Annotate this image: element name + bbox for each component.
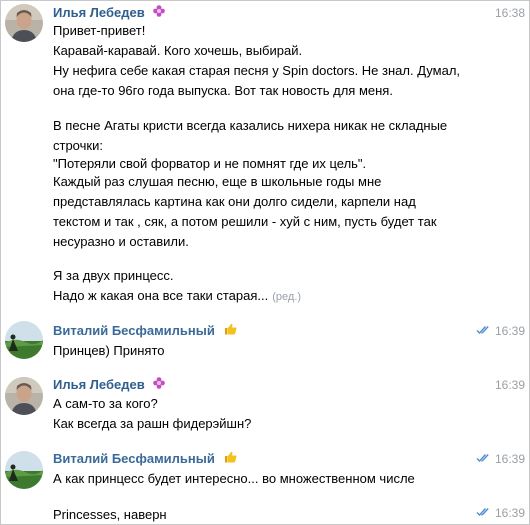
time-text: 16:38 xyxy=(494,6,525,20)
double-check-icon xyxy=(476,323,492,339)
message-line: текстом и так , сяк, а потом решили - ху… xyxy=(53,214,437,229)
message-line-last: Надо ж какая она все таки старая... (ред.… xyxy=(53,288,301,305)
thumbs-up-icon xyxy=(224,323,237,339)
avatar-vitaliy[interactable] xyxy=(5,321,43,359)
author-name-text[interactable]: Виталий Бесфамильный xyxy=(53,323,215,338)
message-5[interactable]: 16:39 Princesses, наверн xyxy=(1,501,529,524)
chat-history: Илья Лебедев 16:38 Привет-привет! Карава… xyxy=(0,0,530,525)
message-2[interactable]: Виталий Бесфамильный 16:39 Принцев) Прин… xyxy=(1,317,529,373)
edited-label: (ред.) xyxy=(272,291,302,303)
author-name-text[interactable]: Илья Лебедев xyxy=(53,5,145,20)
flower-badge-icon xyxy=(153,4,166,21)
message-line: "Потеряли свой форватор и не помнят где … xyxy=(53,156,367,171)
time-text: 16:39 xyxy=(494,452,525,466)
message-line: строчки: xyxy=(53,138,103,153)
message-line: она где-то 96го года выпуска. Вот так но… xyxy=(53,83,393,98)
double-check-icon xyxy=(476,505,492,521)
message-line: А сам-то за кого? xyxy=(53,396,158,411)
message-line: несуразно и оставили. xyxy=(53,234,189,249)
avatar-ilya[interactable] xyxy=(5,377,43,415)
message-4[interactable]: Виталий Бесфамильный 16:39 А как принцес… xyxy=(1,445,529,495)
thumbs-up-icon xyxy=(224,451,237,467)
message-line: Princesses, наверн xyxy=(53,507,167,522)
author-name[interactable]: Илья Лебедев xyxy=(53,376,166,393)
message-1[interactable]: Илья Лебедев 16:38 Привет-привет! Карава… xyxy=(1,1,529,313)
message-line: В песне Агаты кристи всегда казались них… xyxy=(53,118,448,133)
avatar-ilya[interactable] xyxy=(5,4,43,42)
message-line: представлялась картина как они долго сид… xyxy=(53,194,416,209)
time-text: 16:39 xyxy=(494,506,525,520)
author-name-text[interactable]: Виталий Бесфамильный xyxy=(53,451,215,466)
message-line: Как всегда за рашн фидерэйшн? xyxy=(53,416,252,431)
time-text: 16:39 xyxy=(494,378,525,392)
avatar-vitaliy[interactable] xyxy=(5,451,43,489)
message-line: Привет-привет! xyxy=(53,23,146,38)
message-line: Каравай-каравай. Кого хочешь, выбирай. xyxy=(53,43,303,58)
author-name[interactable]: Виталий Бесфамильный xyxy=(53,323,237,339)
message-time: 16:38 xyxy=(495,5,525,21)
author-name[interactable]: Виталий Бесфамильный xyxy=(53,451,237,467)
double-check-icon xyxy=(476,451,492,467)
time-text: 16:39 xyxy=(494,324,525,338)
message-time: 16:39 xyxy=(476,505,525,521)
message-time: 16:39 xyxy=(495,377,525,393)
message-line: Каждый раз слушая песню, еще в школьные … xyxy=(53,174,382,189)
author-name[interactable]: Илья Лебедев xyxy=(53,4,166,21)
flower-badge-icon xyxy=(153,376,166,393)
message-3[interactable]: Илья Лебедев 16:39 А сам-то за кого? Как… xyxy=(1,373,529,443)
message-line-text: Надо ж какая она все таки старая... xyxy=(53,288,269,303)
message-line: Ну нефига себе какая старая песня у Spin… xyxy=(53,63,461,78)
message-line: А как принцесс будет интересно... во мно… xyxy=(53,471,415,486)
author-name-text[interactable]: Илья Лебедев xyxy=(53,377,145,392)
message-line: Принцев) Принято xyxy=(53,343,165,358)
message-time: 16:39 xyxy=(476,323,525,339)
message-time: 16:39 xyxy=(476,451,525,467)
message-line: Я за двух принцесс. xyxy=(53,268,174,283)
